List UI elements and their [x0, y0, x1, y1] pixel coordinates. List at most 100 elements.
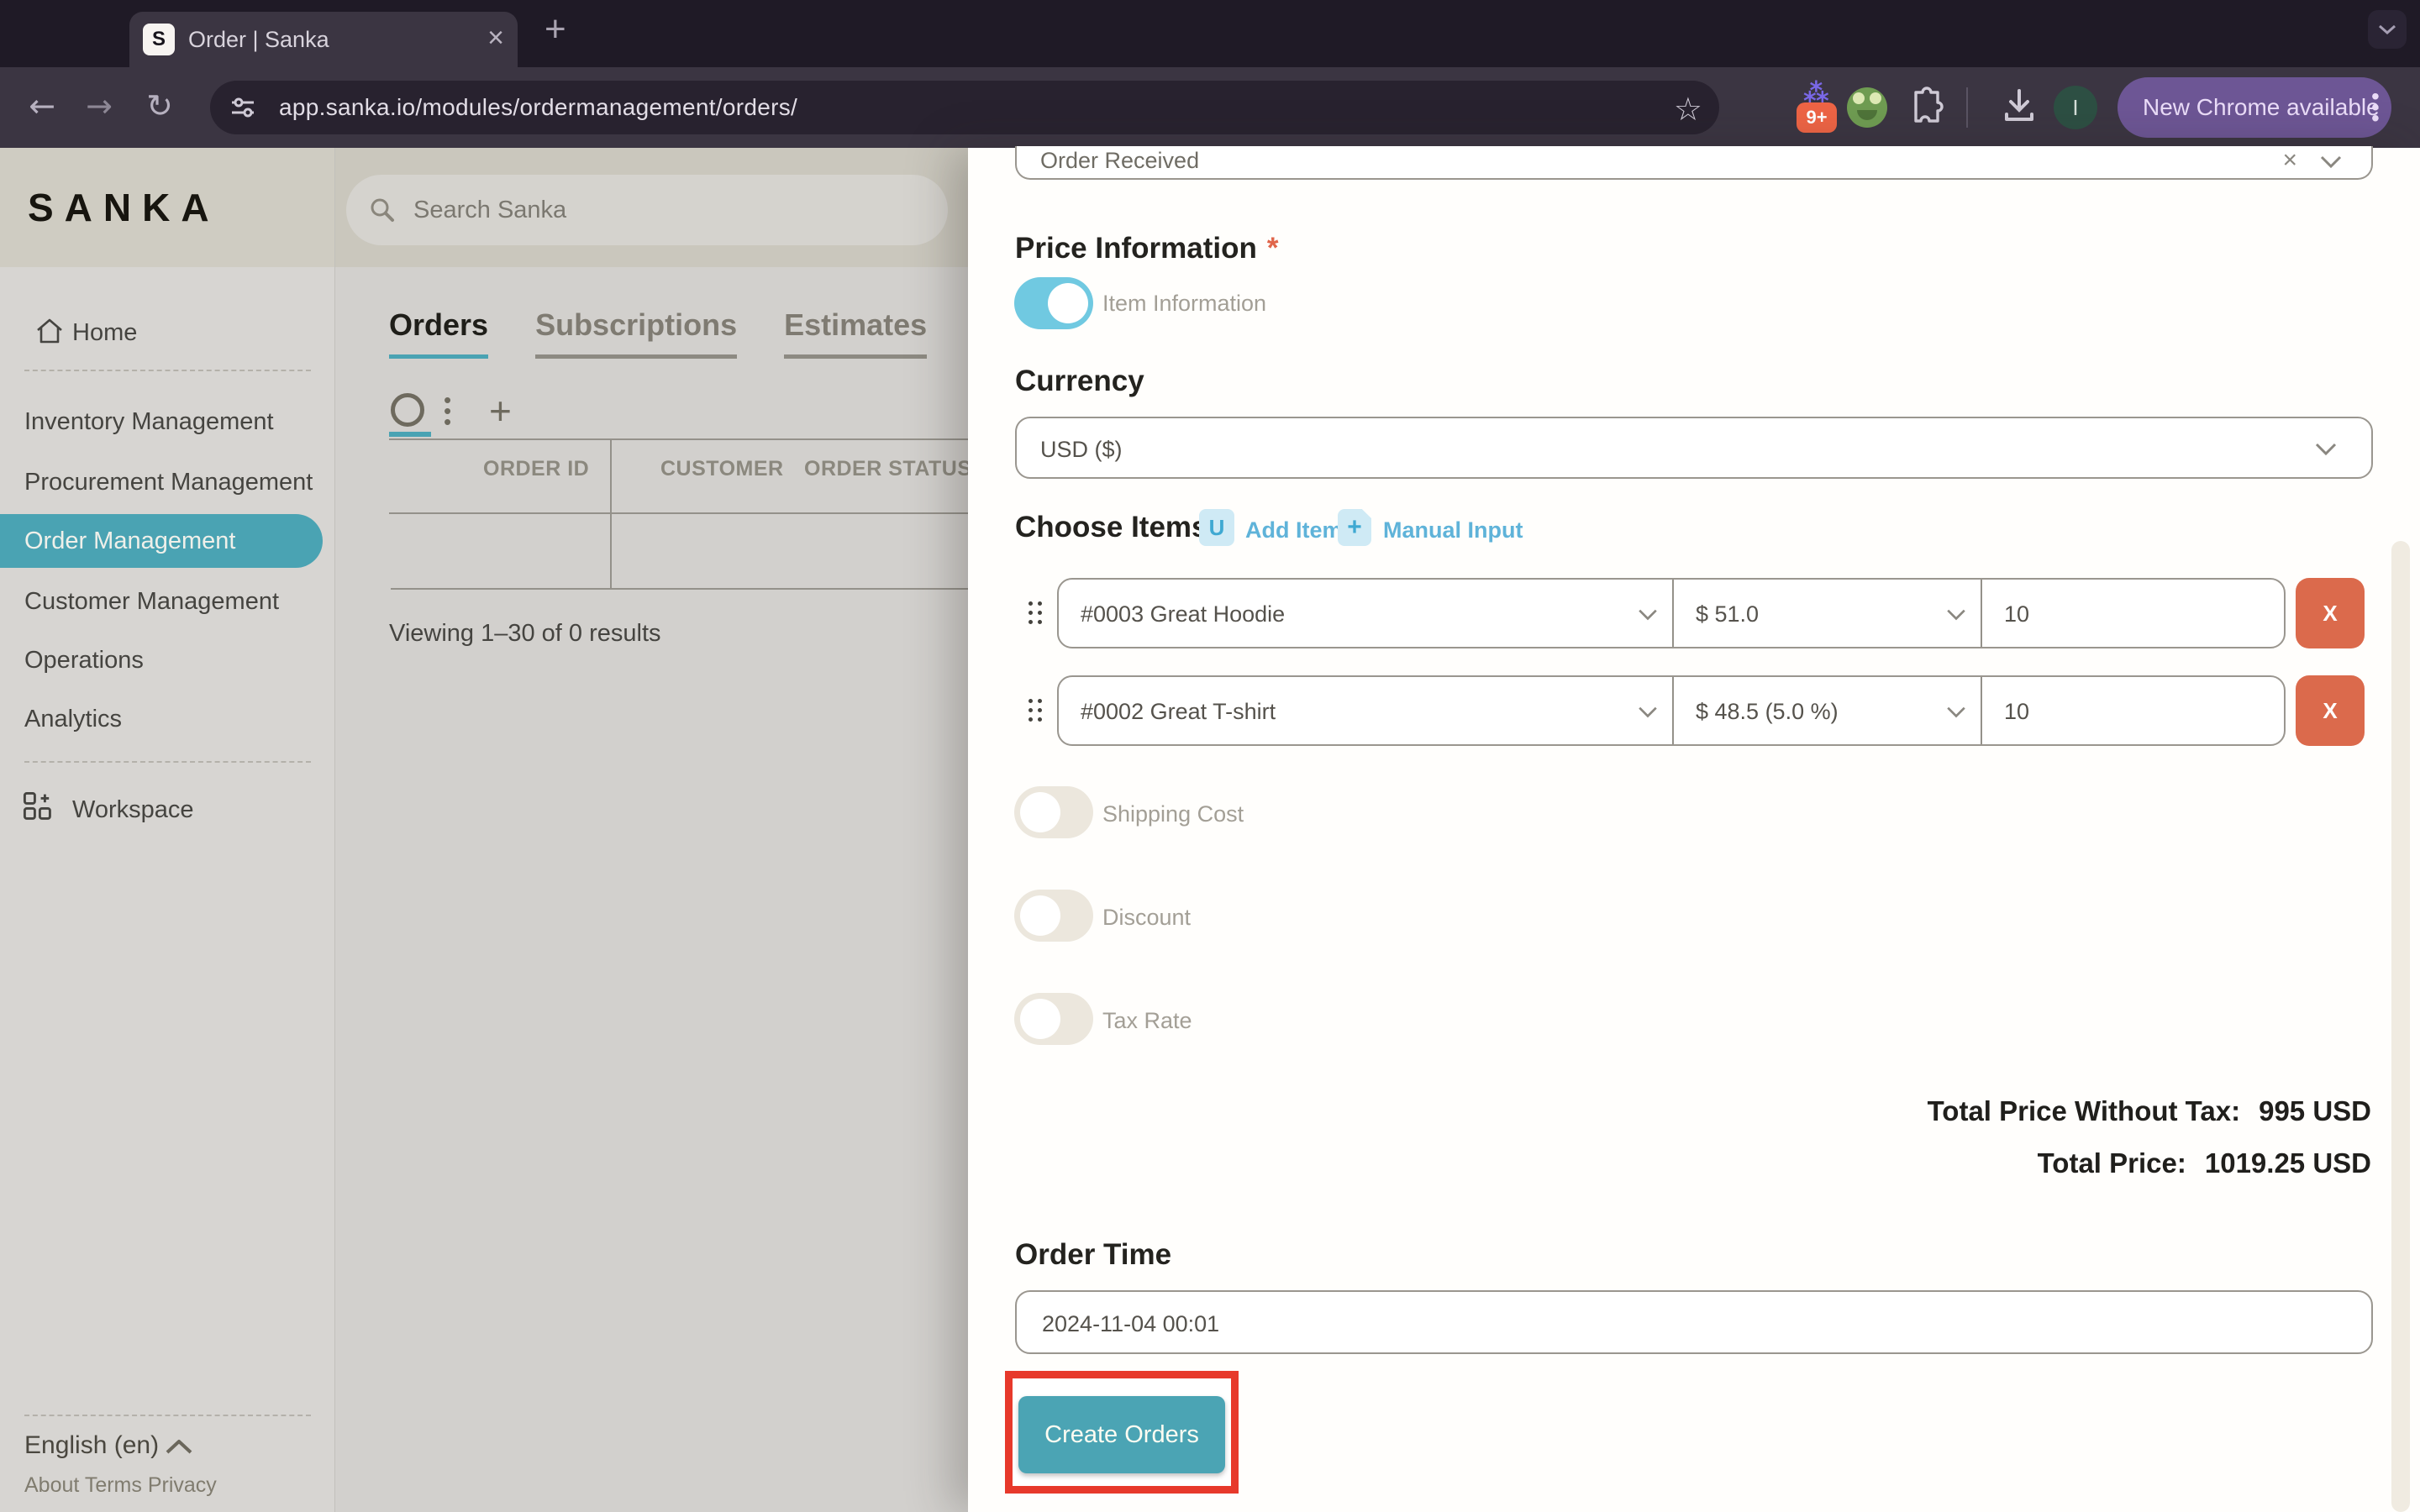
order-time-input[interactable]: 2024-11-04 00:01 [1015, 1290, 2373, 1354]
search-icon [368, 196, 397, 224]
order-time-label: Order Time [1015, 1238, 1171, 1272]
total-price-value: 1019.25 USD [2205, 1147, 2371, 1179]
required-asterisk: * [1267, 232, 1279, 265]
item-qty-input[interactable]: 10 [2004, 601, 2029, 627]
sidebar-divider [24, 1415, 311, 1416]
total-without-tax: Total Price Without Tax:995 USD [1928, 1095, 2371, 1127]
item-name-select[interactable]: #0002 Great T-shirt [1081, 699, 1276, 725]
item-row-box: #0003 Great Hoodie $ 51.0 10 [1057, 578, 2286, 648]
home-icon [35, 318, 64, 344]
sidebar-item-customer[interactable]: Customer Management [24, 588, 279, 616]
search-placeholder: Search Sanka [413, 197, 566, 224]
language-selector[interactable]: English (en) [24, 1431, 159, 1460]
currency-select[interactable]: USD ($) [1015, 417, 2373, 479]
column-header-order-id[interactable]: ORDER ID [483, 457, 589, 481]
filter-circle-icon[interactable] [391, 393, 424, 427]
chevron-down-icon[interactable] [2319, 155, 2343, 170]
download-icon[interactable] [1998, 86, 2040, 129]
item-price-select[interactable]: $ 51.0 [1696, 601, 1759, 627]
item-information-toggle[interactable] [1014, 277, 1093, 329]
drag-handle-icon[interactable] [1028, 699, 1042, 722]
shipping-cost-label: Shipping Cost [1102, 801, 1244, 827]
manual-input-doc-icon[interactable]: + [1338, 509, 1371, 546]
create-orders-button[interactable]: Create Orders [1018, 1396, 1225, 1473]
chevron-up-icon[interactable] [165, 1438, 193, 1455]
column-header-order-status[interactable]: ORDER STATUS [804, 457, 972, 481]
tab-estimates[interactable]: Estimates [784, 307, 927, 359]
global-search-input[interactable]: Search Sanka [346, 175, 948, 245]
chevron-down-icon[interactable] [1637, 608, 1659, 622]
tab-orders[interactable]: Orders [389, 307, 488, 359]
browser-menu-icon[interactable] [2371, 91, 2378, 124]
chevron-down-icon [2314, 442, 2338, 457]
order-status-select[interactable]: Order Received × [1015, 146, 2373, 180]
add-view-icon[interactable]: + [489, 388, 512, 433]
sidebar-item-inventory[interactable]: Inventory Management [24, 408, 274, 436]
bookmark-star-icon[interactable]: ☆ [1674, 91, 1702, 128]
column-header-customer[interactable]: CUSTOMER [660, 457, 784, 481]
add-item-bag-icon[interactable]: U [1199, 509, 1234, 546]
row-divider [1981, 580, 1982, 647]
scrollbar-thumb[interactable] [2391, 541, 2410, 1512]
order-status-value: Order Received [1040, 148, 1199, 174]
create-order-panel: Order Received × Price Information* Item… [968, 148, 2420, 1512]
add-item-link[interactable]: Add Item [1245, 517, 1343, 543]
favicon: S [143, 24, 175, 55]
sidebar-item-label: Order Management [24, 514, 235, 568]
item-price-select[interactable]: $ 48.5 (5.0 %) [1696, 699, 1839, 725]
sidebar-item-home[interactable]: Home [72, 319, 137, 347]
tax-rate-toggle[interactable] [1014, 993, 1093, 1045]
remove-item-button[interactable]: X [2296, 578, 2365, 648]
toolbar-divider [1966, 87, 1968, 128]
item-name-select[interactable]: #0003 Great Hoodie [1081, 601, 1285, 627]
tab-title: Order | Sanka [188, 12, 329, 67]
tax-rate-label: Tax Rate [1102, 1008, 1192, 1034]
item-qty-input[interactable]: 10 [2004, 699, 2029, 725]
order-time-value: 2024-11-04 00:01 [1042, 1311, 1219, 1337]
sidebar-item-order-management[interactable]: Order Management [0, 514, 323, 568]
results-count: Viewing 1–30 of 0 results [389, 620, 661, 648]
sidebar-item-analytics[interactable]: Analytics [24, 706, 122, 733]
frog-extension-icon[interactable] [1847, 87, 1887, 128]
sidebar-item-operations[interactable]: Operations [24, 647, 144, 675]
sidebar-item-procurement[interactable]: Procurement Management [24, 469, 313, 496]
chevron-down-icon[interactable] [1945, 608, 1967, 622]
sidebar-item-workspace[interactable]: Workspace [72, 796, 194, 824]
address-bar[interactable]: app.sanka.io/modules/ordermanagement/ord… [210, 81, 1719, 134]
item-row-box: #0002 Great T-shirt $ 48.5 (5.0 %) 10 [1057, 675, 2286, 746]
reload-icon[interactable]: ↻ [134, 67, 185, 148]
remove-item-button[interactable]: X [2296, 675, 2365, 746]
app-logo[interactable]: SANKA [28, 185, 220, 230]
clear-icon[interactable]: × [2282, 146, 2297, 175]
shipping-cost-toggle[interactable] [1014, 786, 1093, 838]
item-information-label: Item Information [1102, 291, 1266, 317]
row-divider [1981, 677, 1982, 744]
total-without-tax-value: 995 USD [2259, 1095, 2371, 1126]
browser-tab[interactable]: S Order | Sanka × [129, 12, 518, 67]
extension-badge-icon[interactable]: ⁂ 9+ [1791, 82, 1840, 133]
forward-icon[interactable]: → [74, 67, 124, 148]
tab-close-icon[interactable]: × [487, 12, 504, 67]
drag-handle-icon[interactable] [1028, 601, 1042, 624]
workspace-icon [23, 791, 53, 822]
currency-value: USD ($) [1040, 437, 1123, 463]
sidebar-divider [24, 370, 311, 371]
tab-subscriptions[interactable]: Subscriptions [535, 307, 737, 359]
window-chevron-icon[interactable] [2368, 10, 2407, 49]
url-text: app.sanka.io/modules/ordermanagement/ord… [279, 94, 797, 121]
more-options-icon[interactable] [444, 395, 451, 428]
site-info-icon[interactable] [229, 93, 257, 122]
footer-links[interactable]: About Terms Privacy [24, 1473, 217, 1498]
chevron-down-icon[interactable] [1637, 706, 1659, 719]
discount-toggle[interactable] [1014, 890, 1093, 942]
chevron-down-icon[interactable] [1945, 706, 1967, 719]
back-icon[interactable]: ← [17, 67, 67, 148]
chrome-update-button[interactable]: New Chrome available [2118, 77, 2391, 138]
manual-input-link[interactable]: Manual Input [1383, 517, 1523, 543]
table-top-line [389, 438, 968, 440]
new-tab-icon[interactable]: + [544, 8, 566, 50]
badge-count: 9+ [1797, 102, 1837, 133]
row-divider [1672, 677, 1674, 744]
extensions-puzzle-icon[interactable] [1904, 86, 1946, 129]
profile-avatar[interactable]: I [2054, 86, 2097, 129]
